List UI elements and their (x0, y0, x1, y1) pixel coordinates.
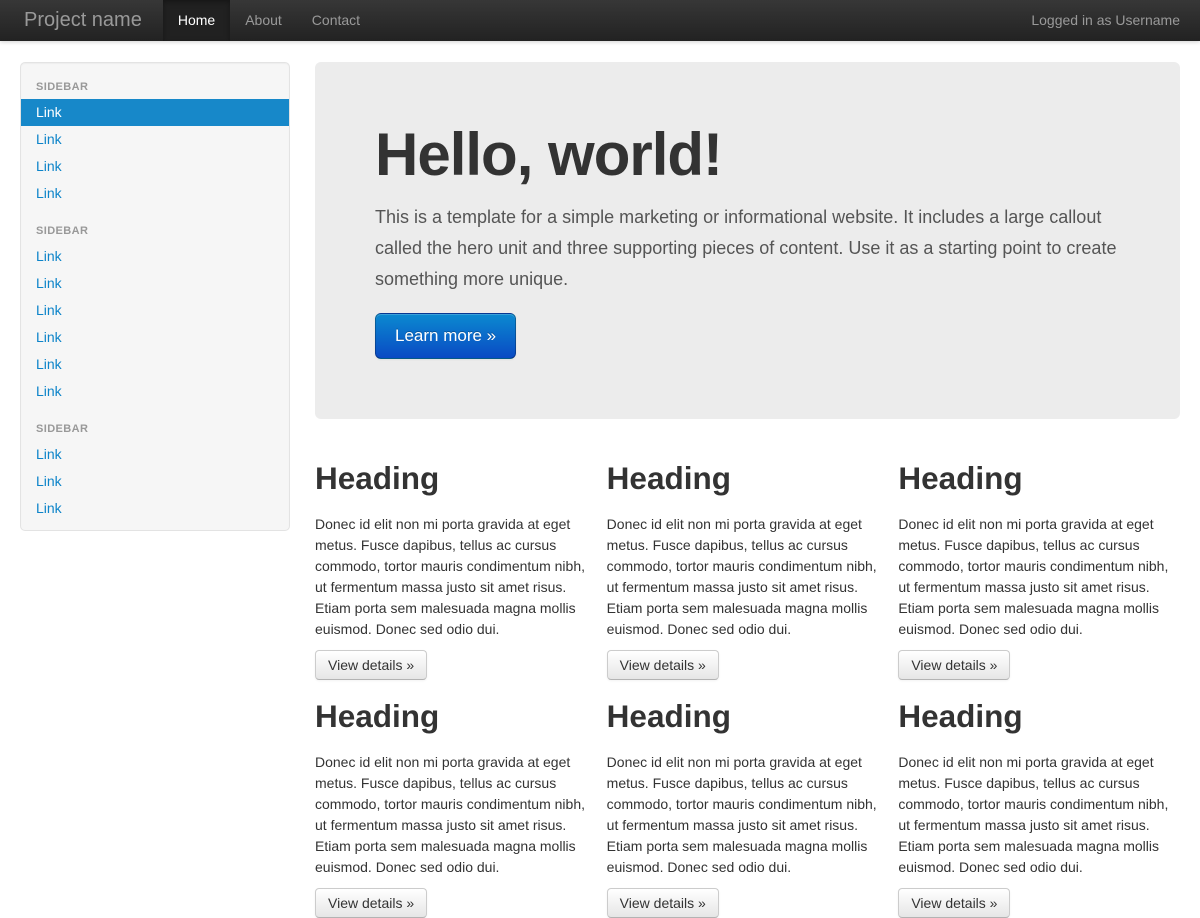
nav-item-contact: Contact (297, 0, 375, 41)
sidebar-item: Link (21, 270, 289, 297)
sidebar-link[interactable]: Link (21, 99, 289, 126)
nav-link-about[interactable]: About (230, 0, 297, 41)
content-card: Heading Donec id elit non mi porta gravi… (315, 442, 597, 680)
card-heading: Heading (898, 696, 1180, 736)
nav-link-contact[interactable]: Contact (297, 0, 375, 41)
sidebar-link[interactable]: Link (21, 243, 289, 270)
sidebar-item: Link (21, 441, 289, 468)
card-heading: Heading (315, 458, 597, 498)
card-heading: Heading (898, 458, 1180, 498)
cards-row-1: Heading Donec id elit non mi porta gravi… (315, 442, 1180, 680)
sidebar-well: SIDEBAR Link Link Link Link SIDEBAR Link (20, 62, 290, 531)
view-details-button[interactable]: View details » (898, 650, 1010, 680)
top-navbar: Project name Home About Contact Logged i… (0, 0, 1200, 41)
card-body-text: Donec id elit non mi porta gravida at eg… (898, 514, 1180, 640)
card-body-text: Donec id elit non mi porta gravida at eg… (607, 514, 889, 640)
sidebar-item-active: Link (21, 99, 289, 126)
card-body-text: Donec id elit non mi porta gravida at eg… (607, 752, 889, 878)
view-details-button[interactable]: View details » (315, 888, 427, 918)
learn-more-button[interactable]: Learn more » (375, 313, 516, 359)
sidebar: SIDEBAR Link Link Link Link SIDEBAR Link (20, 62, 290, 531)
sidebar-link[interactable]: Link (21, 495, 289, 522)
card-body-text: Donec id elit non mi porta gravida at eg… (315, 514, 597, 640)
view-details-button[interactable]: View details » (607, 888, 719, 918)
content-card: Heading Donec id elit non mi porta gravi… (898, 680, 1180, 918)
sidebar-link[interactable]: Link (21, 324, 289, 351)
content-card: Heading Donec id elit non mi porta gravi… (607, 680, 889, 918)
sidebar-item: Link (21, 351, 289, 378)
sidebar-nav-list: SIDEBAR Link Link Link Link SIDEBAR Link (21, 71, 289, 522)
sidebar-link[interactable]: Link (21, 297, 289, 324)
sidebar-link[interactable]: Link (21, 441, 289, 468)
view-details-button[interactable]: View details » (898, 888, 1010, 918)
content-card: Heading Donec id elit non mi porta gravi… (607, 442, 889, 680)
content-card: Heading Donec id elit non mi porta gravi… (315, 680, 597, 918)
sidebar-item: Link (21, 180, 289, 207)
sidebar-item: Link (21, 324, 289, 351)
sidebar-item: Link (21, 153, 289, 180)
sidebar-item: Link (21, 126, 289, 153)
card-body-text: Donec id elit non mi porta gravida at eg… (898, 752, 1180, 878)
card-heading: Heading (607, 458, 889, 498)
brand-link[interactable]: Project name (0, 0, 163, 41)
card-body-text: Donec id elit non mi porta gravida at eg… (315, 752, 597, 878)
sidebar-item: Link (21, 468, 289, 495)
sidebar-item: Link (21, 297, 289, 324)
content-card: Heading Donec id elit non mi porta gravi… (898, 442, 1180, 680)
sidebar-section-header: SIDEBAR (21, 413, 289, 441)
sidebar-link[interactable]: Link (21, 270, 289, 297)
sidebar-link[interactable]: Link (21, 468, 289, 495)
hero-title: Hello, world! (375, 122, 1120, 188)
nav-link-home[interactable]: Home (163, 0, 230, 41)
sidebar-link[interactable]: Link (21, 351, 289, 378)
sidebar-link[interactable]: Link (21, 378, 289, 405)
sidebar-link[interactable]: Link (21, 126, 289, 153)
nav-item-about: About (230, 0, 297, 41)
sidebar-item: Link (21, 495, 289, 522)
top-nav-menu: Home About Contact (163, 0, 375, 41)
page-container: SIDEBAR Link Link Link Link SIDEBAR Link (0, 41, 1200, 918)
logged-in-status: Logged in as Username (1011, 0, 1200, 41)
view-details-button[interactable]: View details » (315, 650, 427, 680)
nav-item-home: Home (163, 0, 230, 41)
sidebar-item: Link (21, 243, 289, 270)
sidebar-section-header: SIDEBAR (21, 215, 289, 243)
card-heading: Heading (607, 696, 889, 736)
sidebar-link[interactable]: Link (21, 153, 289, 180)
hero-text: This is a template for a simple marketin… (375, 202, 1120, 295)
card-heading: Heading (315, 696, 597, 736)
sidebar-item: Link (21, 378, 289, 405)
view-details-button[interactable]: View details » (607, 650, 719, 680)
main-content: Hello, world! This is a template for a s… (315, 62, 1180, 918)
cards-row-2: Heading Donec id elit non mi porta gravi… (315, 680, 1180, 918)
sidebar-section-header: SIDEBAR (21, 71, 289, 99)
hero-unit: Hello, world! This is a template for a s… (315, 62, 1180, 419)
sidebar-link[interactable]: Link (21, 180, 289, 207)
